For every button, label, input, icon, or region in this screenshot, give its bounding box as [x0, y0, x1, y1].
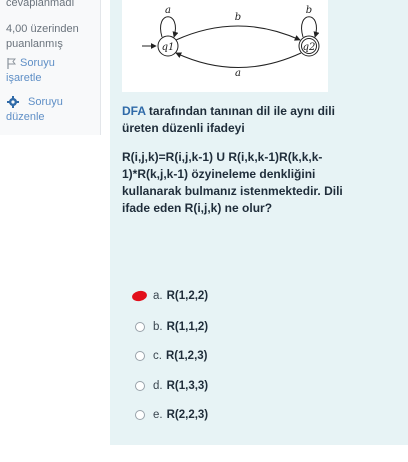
option-e[interactable]: e. R(2,2,3)	[122, 405, 208, 425]
state-q2-label: q2	[303, 42, 316, 53]
flag-icon[interactable]	[7, 58, 16, 69]
edge-q2-q1	[175, 52, 302, 68]
option-letter: d.	[153, 380, 163, 392]
option-letter: a.	[153, 290, 163, 302]
dfa-diagram: q1 q2 a b b a	[122, 0, 328, 92]
loop-q1-label: a	[165, 5, 171, 16]
option-c-radio[interactable]	[135, 351, 145, 361]
question-paragraph-1: DFA tarafından tanınan dil ile aynı dili…	[122, 103, 362, 137]
option-letter: c.	[153, 350, 162, 362]
question-paragraph-2: R(i,j,k)=R(i,j,k-1) U R(i,k,k-1)R(k,k,k-…	[122, 150, 343, 215]
edge-q1-q2	[175, 25, 301, 41]
option-b-radio[interactable]	[135, 322, 145, 332]
flag-question-link-line2[interactable]: işaretle	[6, 71, 41, 86]
edge-q2-q1-label: a	[235, 68, 241, 79]
edge-q1-q2-label: b	[235, 12, 241, 23]
option-letter: b.	[153, 321, 163, 333]
option-b[interactable]: b. R(1,1,2)	[122, 317, 208, 337]
dfa-diagram-svg: q1 q2 a b b a	[142, 5, 320, 79]
state-q1-label: q1	[162, 42, 175, 53]
option-e-radio[interactable]	[135, 410, 145, 420]
option-d-radio[interactable]	[135, 381, 145, 391]
loop-q2	[301, 16, 320, 38]
question-content: q1 q2 a b b a DFA tarafından tanınan dil…	[110, 0, 408, 445]
edit-question-link[interactable]: Soruyu	[28, 95, 63, 110]
question-text: DFA tarafından tanınan dil ile aynı dili…	[122, 103, 362, 229]
option-a-marked-radio[interactable]	[131, 289, 148, 303]
edit-question-link-line2[interactable]: düzenle	[6, 110, 45, 125]
flag-question-link[interactable]: Soruyu	[20, 56, 55, 71]
question-score-line2: puanlanmış	[6, 38, 63, 50]
question-line1-text: tarafından tanınan dil ile aynı dili üre…	[122, 104, 335, 135]
option-a[interactable]: a. R(1,2,2)	[122, 286, 208, 306]
question-score-line1: 4,00 üzerinden	[6, 23, 79, 35]
question-status: cevaplanmadı	[6, 0, 75, 9]
dfa-term: DFA	[122, 104, 146, 118]
option-letter: e.	[153, 409, 163, 421]
gear-icon[interactable]	[7, 96, 19, 108]
option-value: R(1,3,3)	[166, 380, 209, 392]
option-value: R(1,1,2)	[166, 321, 209, 333]
loop-q2-label: b	[306, 5, 312, 16]
option-value: R(2,2,3)	[166, 409, 209, 421]
option-c[interactable]: c. R(1,2,3)	[122, 346, 208, 366]
option-value: R(1,2,2)	[166, 290, 209, 302]
option-d[interactable]: d. R(1,3,3)	[122, 376, 208, 396]
question-info-panel: cevaplanmadı 4,00 üzerinden puanlanmış S…	[0, 0, 101, 135]
loop-q1	[160, 16, 179, 38]
option-value: R(1,2,3)	[165, 350, 208, 362]
